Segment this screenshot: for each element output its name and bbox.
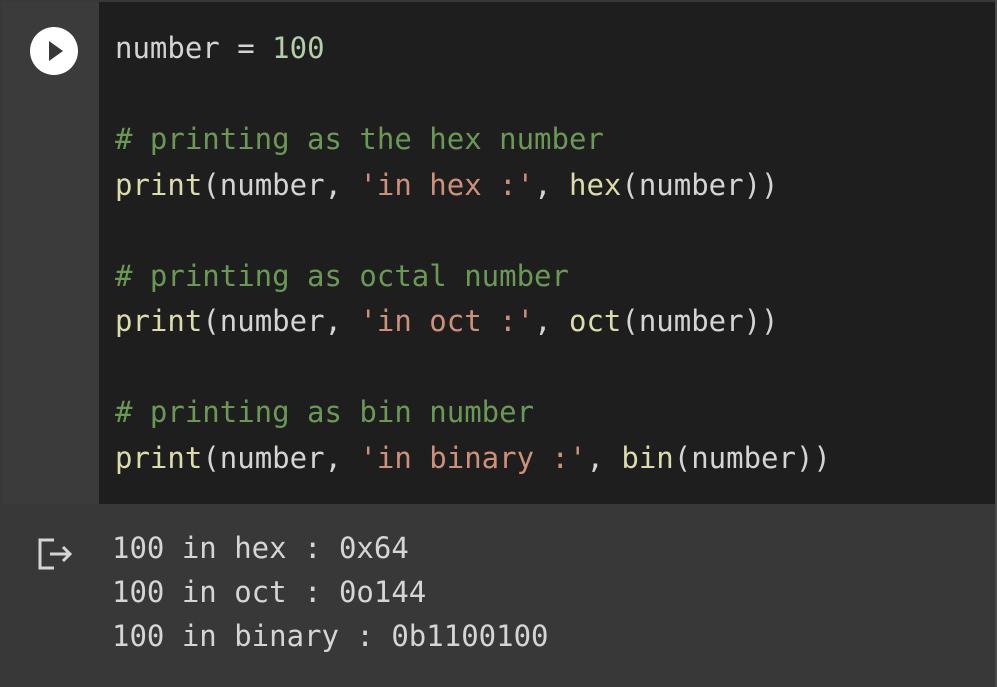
play-icon — [49, 41, 63, 61]
code-cell: number = 100 # printing as the hex number… — [0, 0, 997, 687]
code-line-1: number = 100 — [115, 31, 325, 65]
code-line-7: print(number, 'in oct :', oct(number)) — [115, 304, 779, 338]
code-line-10: print(number, 'in binary :', bin(number)… — [115, 440, 831, 475]
output-clear-icon — [38, 538, 73, 570]
output-line: 100 in binary : 0b1100100 — [112, 619, 549, 653]
code-line-4: print(number, 'in hex :', hex(number)) — [115, 167, 779, 202]
output-line: 100 in hex : 0x64 — [112, 531, 409, 565]
cell-gutter — [2, 2, 99, 504]
code-line-9: # printing as bin number — [115, 395, 535, 429]
code-line-6: # printing as octal number — [115, 258, 569, 293]
output-actions-button[interactable] — [36, 534, 78, 574]
code-line-3: # printing as the hex number — [115, 122, 604, 156]
code-editor[interactable]: number = 100 # printing as the hex number… — [99, 2, 995, 504]
code-text[interactable]: number = 100 # printing as the hex number… — [115, 26, 831, 481]
output-area: 100 in hex : 0x64 100 in oct : 0o144 100 i… — [2, 504, 997, 687]
run-cell-button[interactable] — [30, 27, 78, 75]
output-line: 100 in oct : 0o144 — [112, 575, 427, 609]
output-text: 100 in hex : 0x64 100 in oct : 0o144 100 i… — [112, 526, 549, 658]
